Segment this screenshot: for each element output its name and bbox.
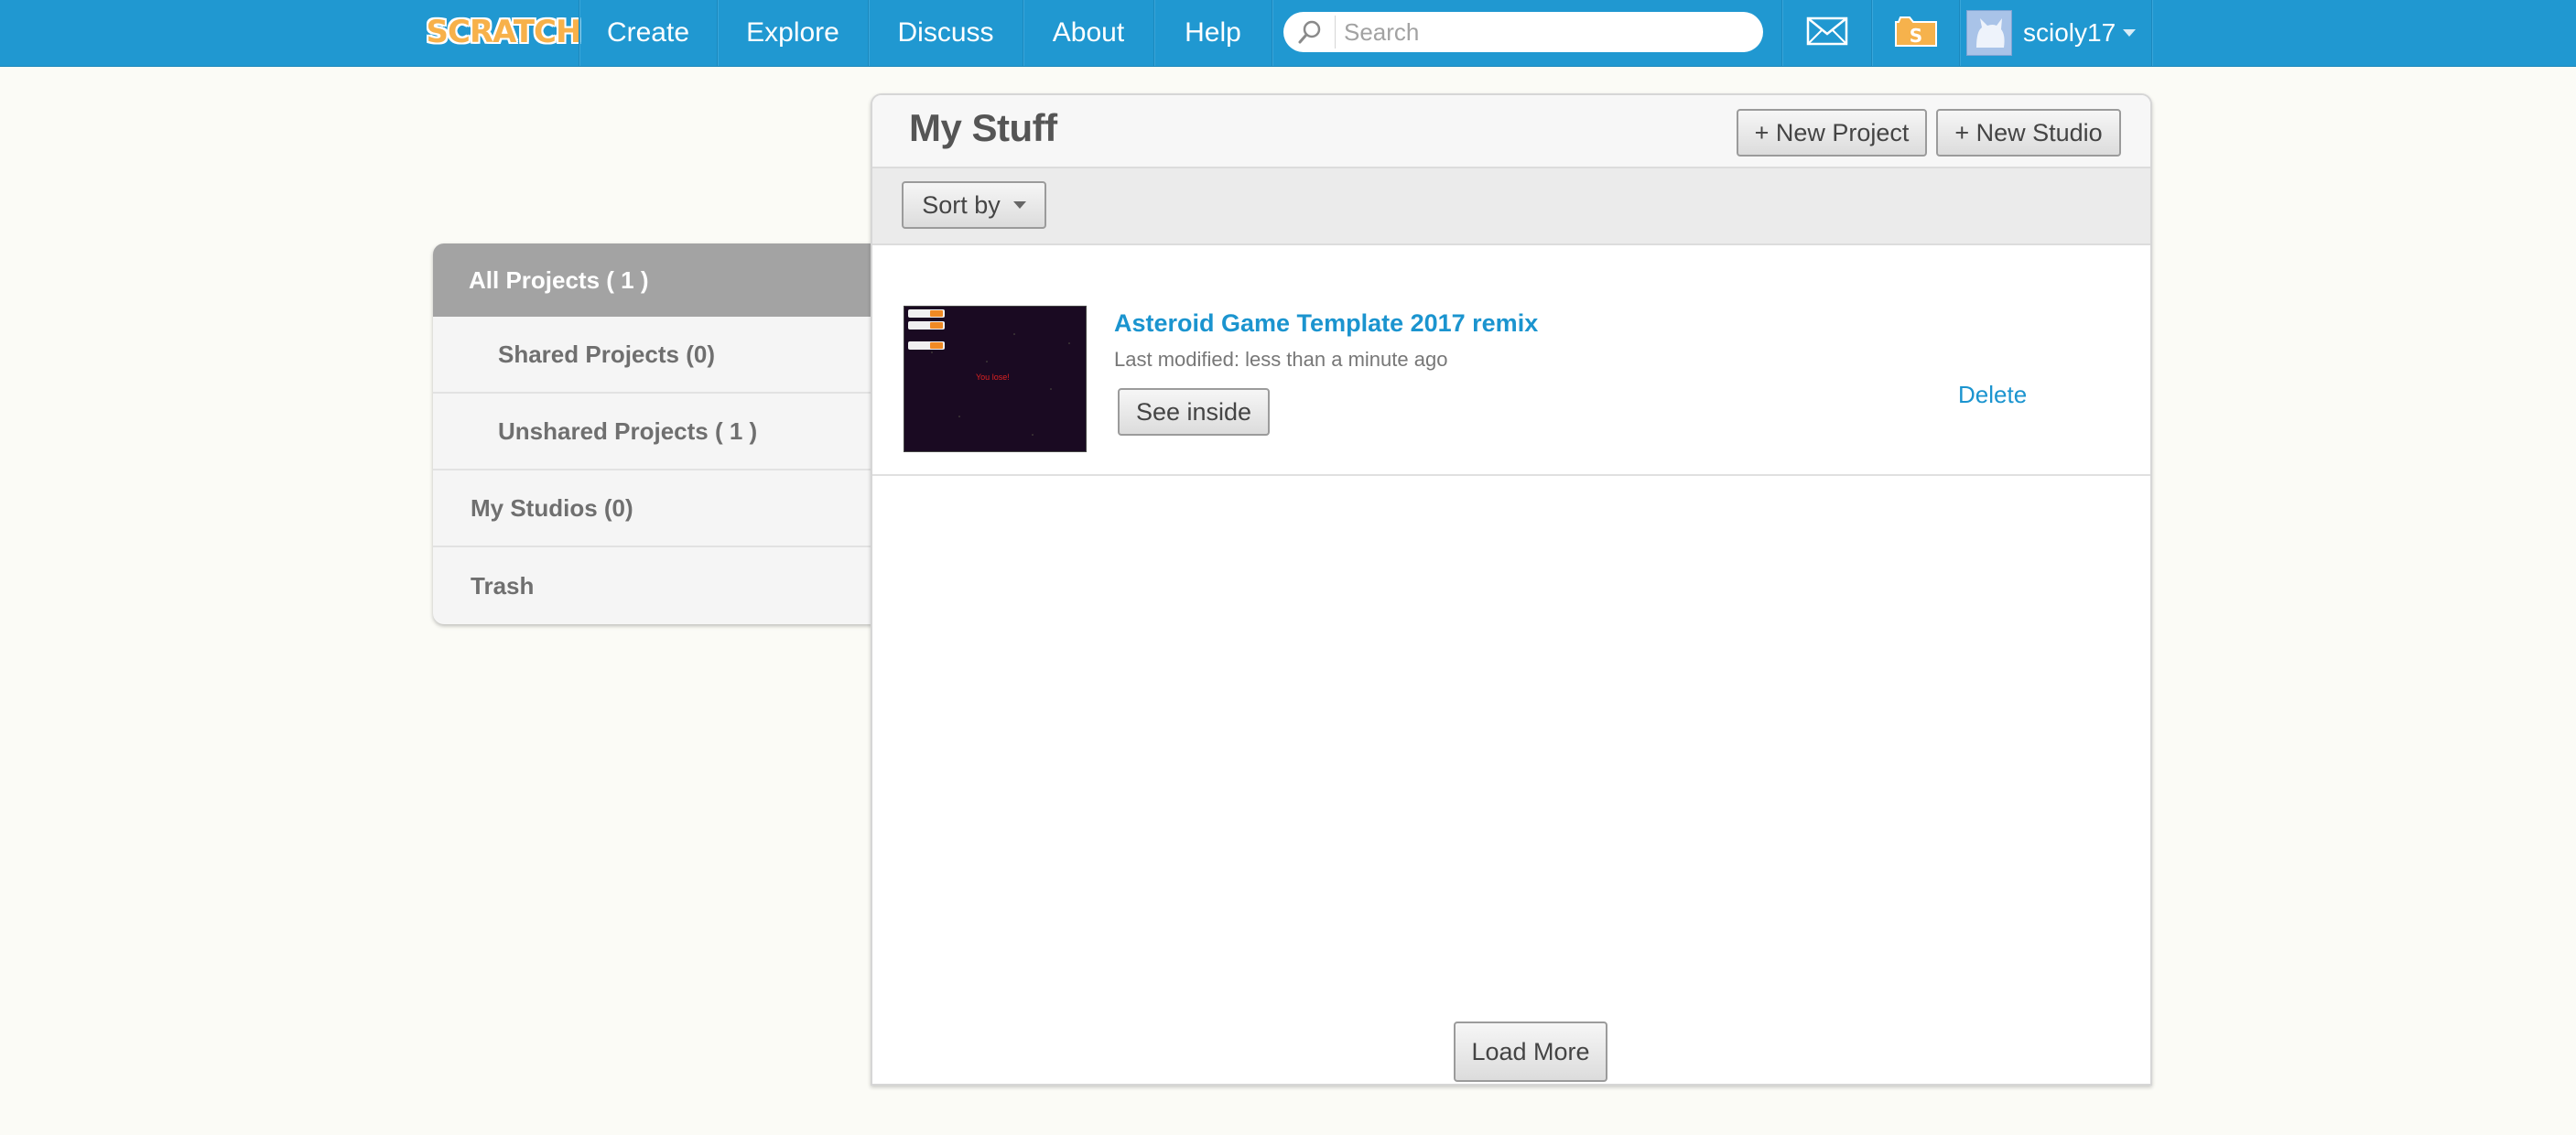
sidebar-item-trash[interactable]: Trash	[433, 547, 872, 624]
sidebar-item-label: All Projects ( 1 )	[469, 265, 649, 294]
see-inside-button[interactable]: See inside	[1118, 388, 1270, 436]
nav-help[interactable]: Help	[1154, 0, 1272, 66]
nav-divider	[1959, 0, 1961, 66]
panel-header: My Stuff + New Project + New Studio	[872, 95, 2150, 168]
top-nav-bar: SCRATCH Create Explore Discuss About Hel…	[0, 0, 2576, 67]
last-modified: Last modified: less than a minute ago	[1114, 348, 1448, 371]
sidebar-item-label: Trash	[471, 571, 535, 600]
logo-text: SCRATCH	[426, 14, 582, 50]
variable-monitor	[908, 341, 945, 350]
sort-toolbar: Sort by	[872, 168, 2150, 245]
my-stuff-button[interactable]: S	[1873, 0, 1959, 66]
delete-link[interactable]: Delete	[1958, 381, 2027, 409]
project-thumbnail[interactable]: You lose!	[904, 306, 1087, 452]
folder-icon: S	[1893, 15, 1939, 52]
nav-explore[interactable]: Explore	[718, 0, 868, 66]
sidebar-item-shared-projects[interactable]: Shared Projects (0)	[433, 317, 872, 394]
nav-create[interactable]: Create	[579, 0, 717, 66]
nav-about[interactable]: About	[1023, 0, 1153, 66]
new-studio-button[interactable]: + New Studio	[1936, 109, 2121, 157]
avatar	[1966, 10, 2012, 56]
search-box	[1283, 12, 1763, 52]
sidebar-item-my-studios[interactable]: My Studios (0)	[433, 470, 872, 547]
variable-monitor	[908, 309, 945, 318]
chevron-down-icon	[2123, 29, 2137, 37]
my-stuff-panel: My Stuff + New Project + New Studio Sort…	[871, 93, 2152, 1086]
sort-by-label: Sort by	[922, 190, 1001, 219]
project-title-link[interactable]: Asteroid Game Template 2017 remix	[1114, 309, 1538, 338]
search-icon[interactable]	[1296, 18, 1324, 46]
sidebar-item-label: My Studios (0)	[471, 493, 633, 522]
svg-text:S: S	[1910, 25, 1922, 47]
sidebar: All Projects ( 1 ) Shared Projects (0) U…	[433, 243, 872, 624]
thumbnail-caption: You lose!	[976, 373, 1010, 382]
sidebar-item-unshared-projects[interactable]: Unshared Projects ( 1 )	[433, 394, 872, 470]
envelope-icon	[1806, 16, 1848, 50]
user-menu[interactable]: scioly17	[1966, 0, 2137, 66]
username: scioly17	[2023, 18, 2116, 47]
variable-monitor	[908, 321, 945, 330]
scratch-logo[interactable]: SCRATCH	[427, 9, 582, 55]
new-project-button[interactable]: + New Project	[1737, 109, 1927, 157]
project-row: You lose! Asteroid Game Template 2017 re…	[872, 245, 2150, 476]
nav-divider	[2151, 0, 2153, 66]
sidebar-item-label: Shared Projects (0)	[498, 340, 715, 368]
chevron-down-icon	[1012, 201, 1026, 209]
nav-inner: SCRATCH Create Explore Discuss About Hel…	[423, 0, 2153, 66]
search-input[interactable]	[1344, 16, 1737, 49]
sort-by-dropdown[interactable]: Sort by	[902, 181, 1046, 229]
search-separator	[1335, 16, 1336, 49]
cat-avatar-icon	[1967, 11, 2011, 55]
nav-discuss[interactable]: Discuss	[869, 0, 1023, 66]
load-more-button[interactable]: Load More	[1454, 1022, 1607, 1082]
sidebar-item-all-projects[interactable]: All Projects ( 1 )	[433, 243, 872, 317]
nav-divider	[1272, 0, 1273, 66]
messages-button[interactable]	[1783, 0, 1871, 66]
sidebar-item-label: Unshared Projects ( 1 )	[498, 416, 758, 445]
page-title: My Stuff	[909, 106, 1057, 149]
